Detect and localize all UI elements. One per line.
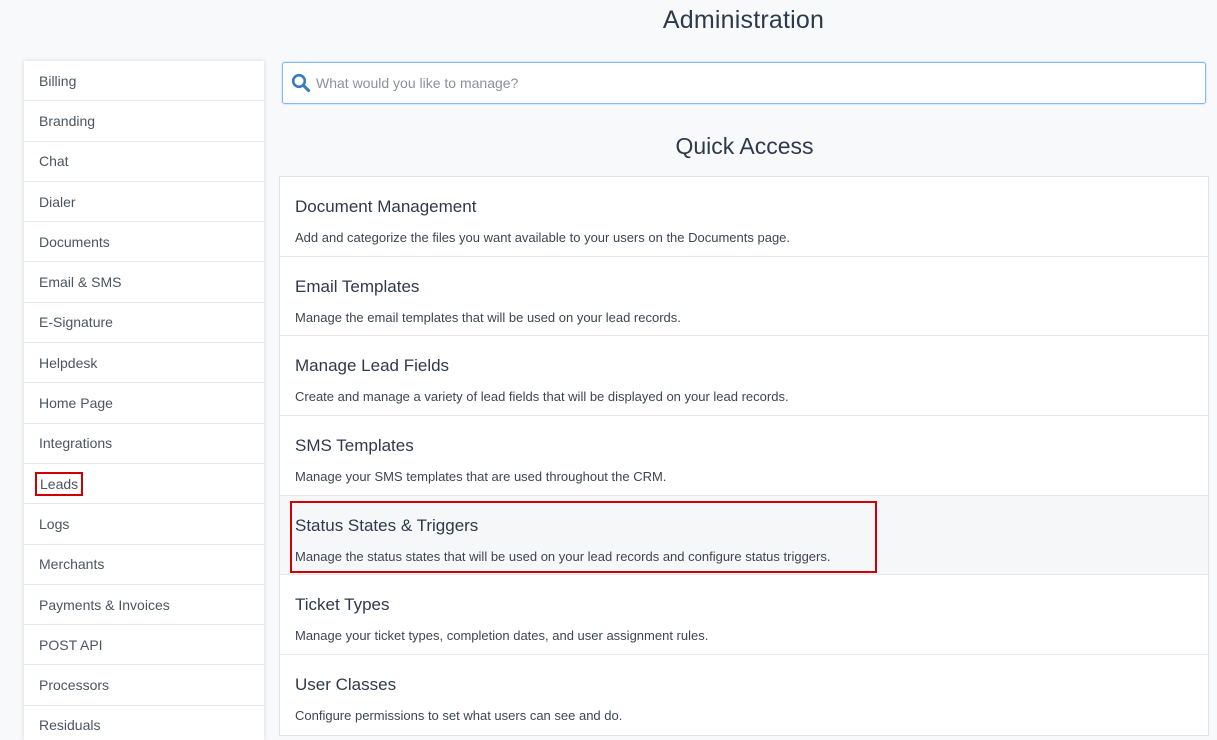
quick-access-title: Quick Access	[675, 133, 814, 159]
sidebar-item-label: Leads	[34, 471, 84, 496]
sidebar-item-residuals[interactable]: Residuals	[24, 706, 264, 740]
sidebar-item-label: E-Signature	[39, 314, 113, 331]
sidebar-item-label: Integrations	[39, 435, 113, 452]
sidebar-item-email-sms[interactable]: Email & SMS	[24, 262, 264, 303]
quick-access-item-title: Ticket Types	[295, 595, 390, 615]
sidebar-item-label: Documents	[39, 233, 110, 250]
sidebar-item-label: Logs	[39, 515, 70, 532]
search-icon	[290, 72, 312, 94]
sidebar-item-label: Chat	[39, 153, 69, 170]
sidebar-item-e-signature[interactable]: E-Signature	[24, 303, 264, 344]
sidebar-item-branding[interactable]: Branding	[24, 101, 264, 142]
quick-access-item-document-management[interactable]: Document Management Add and categorize t…	[280, 177, 1208, 257]
quick-access-item-description: Create and manage a variety of lead fiel…	[295, 389, 789, 405]
page-title: Administration	[662, 6, 825, 34]
admin-sidebar: Billing Branding Chat Dialer Documents E…	[24, 61, 264, 740]
sidebar-item-label: Residuals	[39, 717, 101, 734]
search-input[interactable]	[312, 62, 1205, 104]
quick-access-item-description: Manage your SMS templates that are used …	[295, 469, 667, 485]
quick-access-item-status-states-triggers[interactable]: Status States & Triggers Manage the stat…	[280, 495, 1208, 576]
sidebar-item-label: Helpdesk	[39, 354, 98, 371]
quick-access-item-title: Status States & Triggers	[295, 515, 479, 535]
sidebar-item-label: POST API	[39, 636, 103, 653]
sidebar-item-label: Merchants	[39, 556, 105, 573]
sidebar-item-leads[interactable]: Leads	[24, 464, 264, 505]
sidebar-item-label: Home Page	[39, 395, 113, 412]
sidebar-item-chat[interactable]: Chat	[24, 142, 264, 182]
quick-access-list: Document Management Add and categorize t…	[279, 176, 1209, 736]
sidebar-item-logs[interactable]: Logs	[24, 504, 264, 545]
sidebar-item-helpdesk[interactable]: Helpdesk	[24, 343, 264, 384]
quick-access-item-title: User Classes	[295, 675, 397, 695]
sidebar-item-label: Processors	[39, 677, 110, 694]
sidebar-item-billing[interactable]: Billing	[24, 61, 264, 102]
sidebar-item-processors[interactable]: Processors	[24, 665, 264, 706]
sidebar-item-label: Dialer	[39, 193, 76, 210]
sidebar-item-post-api[interactable]: POST API	[24, 625, 264, 666]
sidebar-item-merchants[interactable]: Merchants	[24, 545, 264, 585]
quick-access-item-email-templates[interactable]: Email Templates Manage the email templat…	[280, 257, 1208, 337]
quick-access-item-sms-templates[interactable]: SMS Templates Manage your SMS templates …	[280, 416, 1208, 496]
quick-access-item-description: Manage the status states that will be us…	[295, 548, 831, 564]
sidebar-item-label: Email & SMS	[39, 274, 122, 291]
sidebar-item-integrations[interactable]: Integrations	[24, 424, 264, 464]
quick-access-item-title: Document Management	[295, 197, 477, 216]
quick-access-item-manage-lead-fields[interactable]: Manage Lead Fields Create and manage a v…	[280, 336, 1208, 417]
quick-access-item-user-classes[interactable]: User Classes Configure permissions to se…	[280, 655, 1208, 735]
search-box	[282, 62, 1206, 104]
sidebar-item-dialer[interactable]: Dialer	[24, 182, 264, 223]
sidebar-item-payments-invoices[interactable]: Payments & Invoices	[24, 585, 264, 626]
sidebar-item-label: Billing	[39, 72, 77, 89]
sidebar-item-documents[interactable]: Documents	[24, 222, 264, 263]
sidebar-item-home-page[interactable]: Home Page	[24, 383, 264, 424]
quick-access-item-description: Configure permissions to set what users …	[295, 708, 623, 724]
quick-access-item-description: Manage the email templates that will be …	[295, 309, 681, 325]
quick-access-item-title: Manage Lead Fields	[295, 356, 450, 376]
quick-access-item-title: SMS Templates	[295, 436, 414, 456]
sidebar-item-label: Payments & Invoices	[39, 596, 170, 613]
sidebar-item-label: Branding	[39, 112, 96, 129]
quick-access-item-description: Add and categorize the files you want av…	[295, 230, 791, 245]
quick-access-item-title: Email Templates	[295, 276, 420, 296]
quick-access-item-description: Manage your ticket types, completion dat…	[295, 628, 709, 644]
quick-access-item-ticket-types[interactable]: Ticket Types Manage your ticket types, c…	[280, 575, 1208, 656]
